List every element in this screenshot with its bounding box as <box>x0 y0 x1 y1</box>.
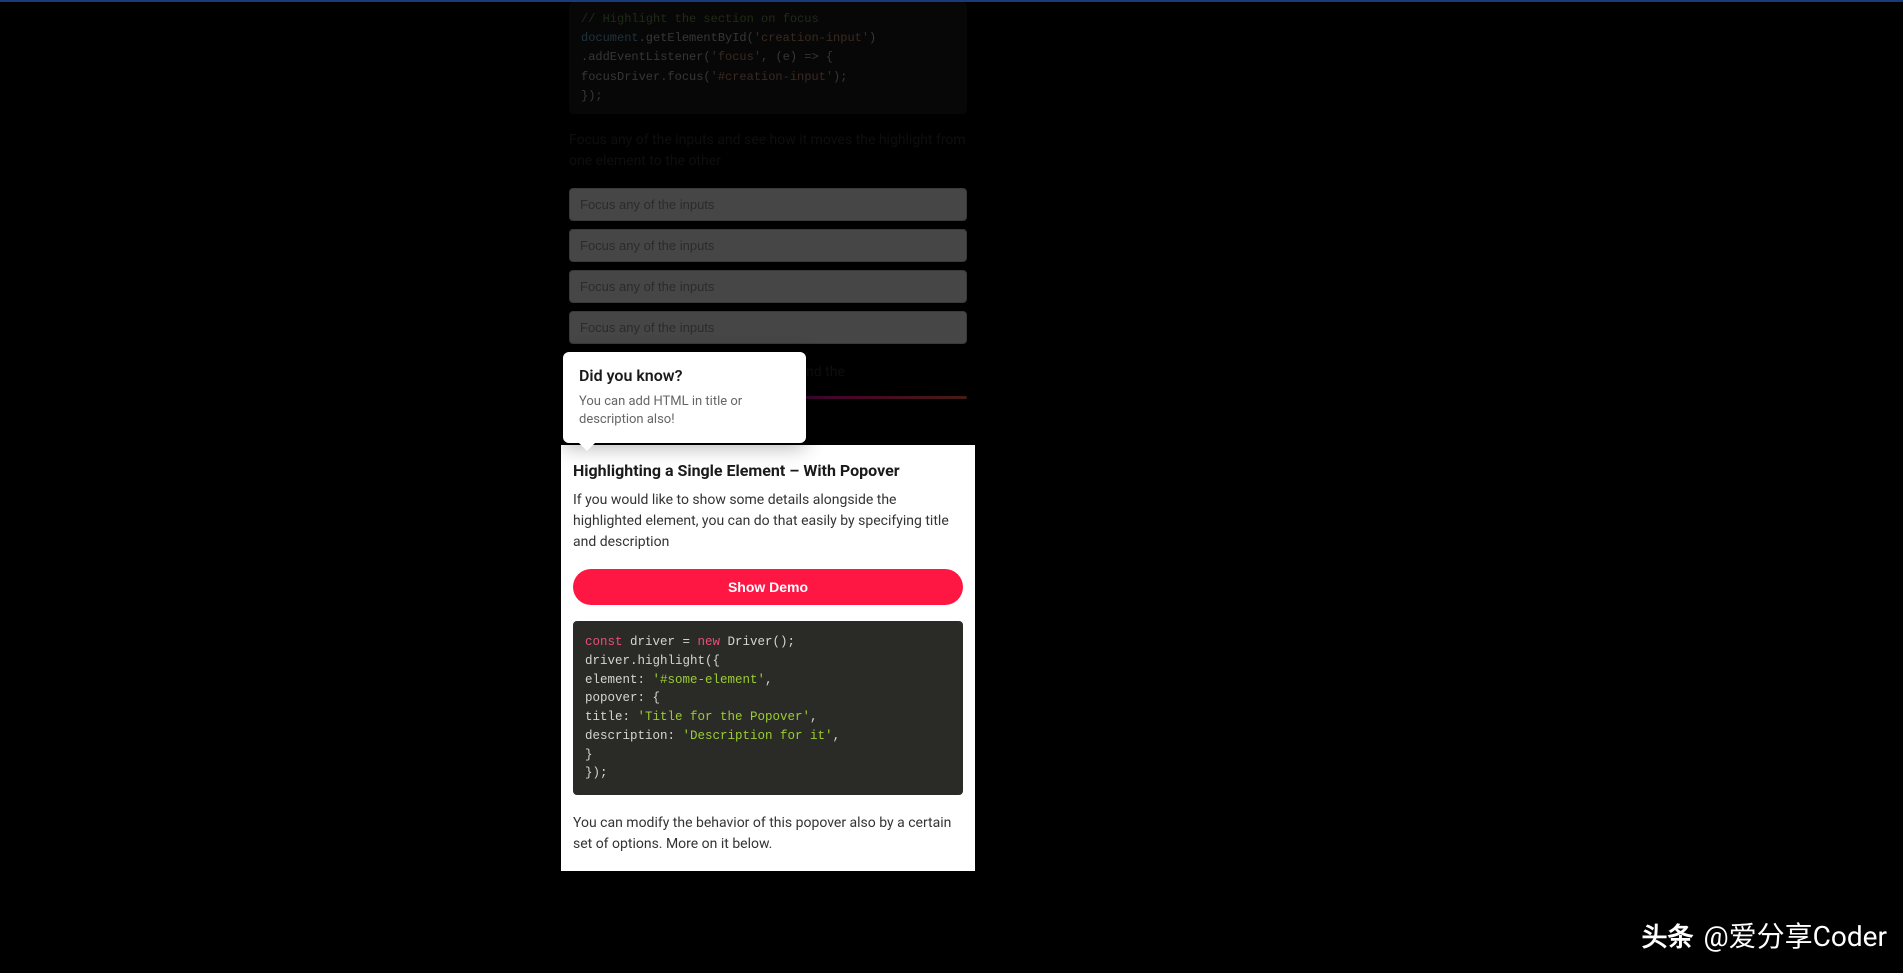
watermark-logo-text: 头条 <box>1642 917 1694 954</box>
code-line: } <box>585 746 951 765</box>
overlay-left <box>0 2 561 973</box>
code-token: , <box>833 729 841 743</box>
code-block-popover-example: const driver = new Driver(); driver.high… <box>573 621 963 795</box>
code-keyword: new <box>698 635 721 649</box>
bottom-note: You can modify the behavior of this popo… <box>573 813 963 871</box>
code-token: Driver(); <box>720 635 795 649</box>
code-string: 'Title for the Popover' <box>638 710 811 724</box>
code-line: driver.highlight({ <box>585 652 951 671</box>
code-string: 'Description for it' <box>683 729 833 743</box>
highlighted-section: Highlighting a Single Element – With Pop… <box>561 445 975 871</box>
watermark-logo: 头条 <box>1642 917 1694 954</box>
watermark-username: @爱分享Coder <box>1704 915 1887 955</box>
code-line: popover: { <box>585 689 951 708</box>
code-token: driver = <box>623 635 698 649</box>
code-string: '#some-element' <box>653 673 766 687</box>
code-token: , <box>810 710 818 724</box>
code-token: , <box>765 673 773 687</box>
overlay-right <box>990 2 1903 973</box>
code-token: title: <box>585 710 638 724</box>
code-keyword: const <box>585 635 623 649</box>
code-line: }); <box>585 764 951 783</box>
section-heading: Highlighting a Single Element – With Pop… <box>573 461 963 480</box>
code-token: element: <box>585 673 653 687</box>
code-token: description: <box>585 729 683 743</box>
section-description: If you would like to show some details a… <box>573 490 963 553</box>
watermark: 头条 @爱分享Coder <box>1642 915 1887 955</box>
show-demo-button[interactable]: Show Demo <box>573 569 963 605</box>
popover-description: You can add HTML in title or description… <box>579 393 790 429</box>
popover-title: Did you know? <box>579 366 790 385</box>
popover-tooltip: Did you know? You can add HTML in title … <box>563 352 806 443</box>
